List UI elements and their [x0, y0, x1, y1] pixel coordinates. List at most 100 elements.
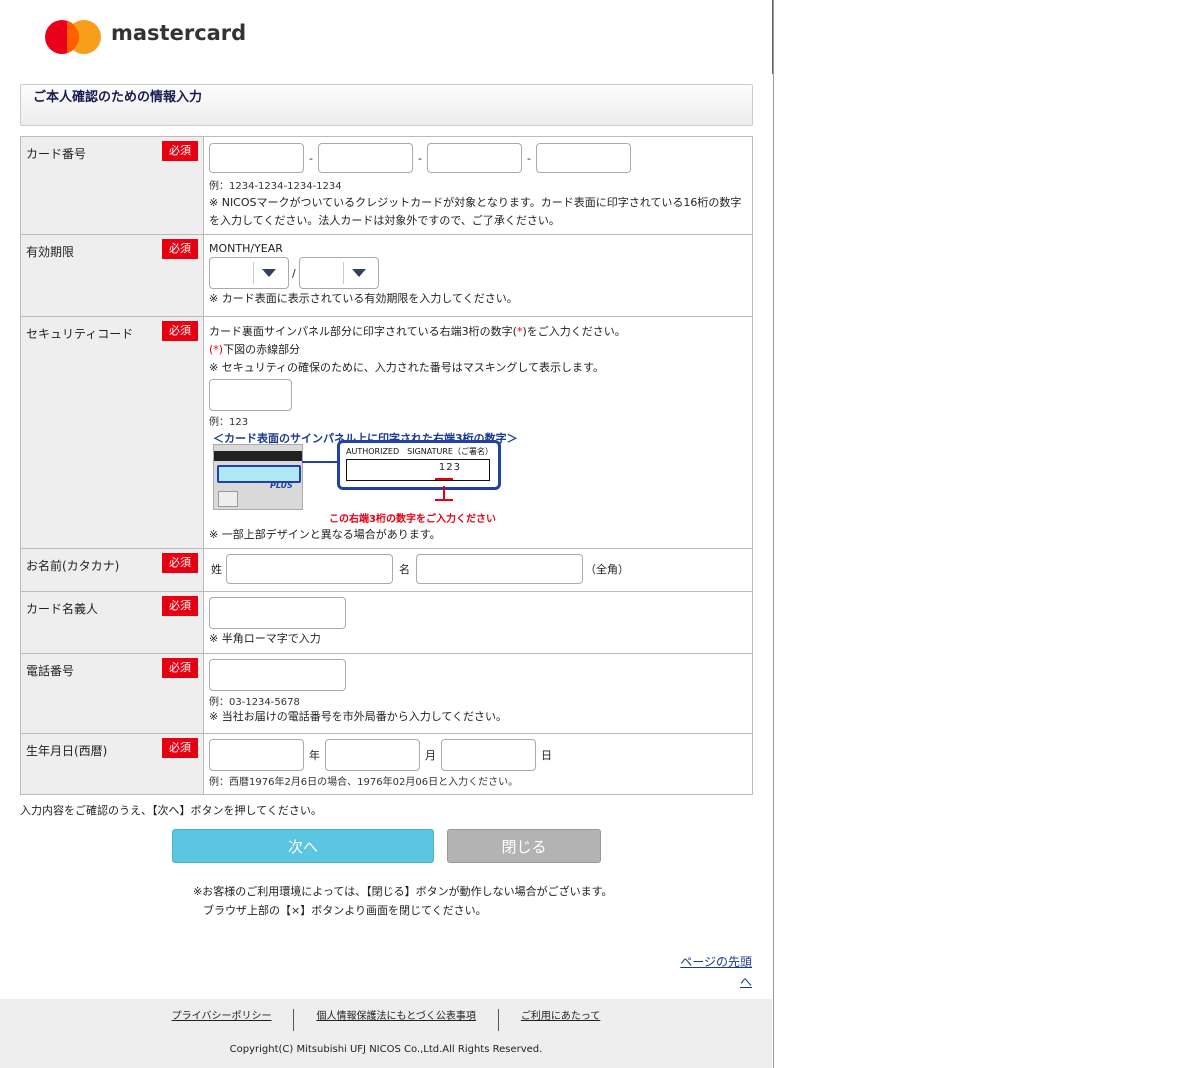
- hologram: [218, 491, 238, 507]
- birth-year-input[interactable]: [209, 739, 304, 771]
- card-number-input-3[interactable]: [426, 143, 522, 173]
- required-badge: 必須: [162, 658, 198, 678]
- card-number-row: カード番号 必須 - - - 例：1234-1234-1234-1234 ※ N…: [20, 136, 753, 235]
- required-badge: 必須: [162, 141, 198, 161]
- expiry-year-select[interactable]: [298, 257, 379, 289]
- required-badge: 必須: [162, 596, 198, 616]
- phone-row: 電話番号 必須 例：03-1234-5678 ※ 当社お届けの電話番号を市外局番…: [20, 653, 753, 734]
- expiry-label: 有効期限: [26, 245, 75, 259]
- expiry-separator: /: [292, 266, 296, 280]
- card-number-input-4[interactable]: [535, 143, 631, 173]
- expiry-format: MONTH/YEAR: [209, 242, 283, 255]
- fullwidth-note: （全角）: [585, 563, 629, 576]
- security-code-value-cell: カード裏面サインパネル部分に印字されている右端3桁の数字(*)をご入力ください。…: [203, 316, 753, 549]
- plus-logo: PLUS: [270, 481, 293, 490]
- footer-links: プライバシーポリシー 個人情報保護法にもとづく公表事項 ご利用にあたって: [0, 1007, 772, 1031]
- footer: プライバシーポリシー 個人情報保護法にもとづく公表事項 ご利用にあたって Cop…: [0, 999, 772, 1068]
- phone-value-cell: 例：03-1234-5678 ※ 当社お届けの電話番号を市外局番から入力してくだ…: [203, 653, 753, 734]
- expiry-value-cell: MONTH/YEAR / ※ カード表面に表示されている有効期限を入力してくださ…: [203, 234, 753, 317]
- card-number-note: ※ NICOSマークがついているクレジットカードが対象となります。カード表面に印…: [209, 196, 742, 227]
- card-number-input-2[interactable]: [317, 143, 413, 173]
- name-label: お名前(カタカナ): [26, 559, 120, 573]
- family-name-input[interactable]: [226, 554, 393, 584]
- name-row: お名前(カタカナ) 必須 姓 名 （全角）: [20, 548, 753, 592]
- expiry-row: 有効期限 必須 MONTH/YEAR / ※ カード表面に表示されている有効期限…: [20, 234, 753, 317]
- card-back-image: PLUS: [213, 444, 303, 510]
- security-code-row: セキュリティコード 必須 カード裏面サインパネル部分に印字されている右端3桁の数…: [20, 316, 753, 549]
- logo-wordmark: mastercard: [111, 21, 247, 45]
- birthdate-row: 生年月日(西暦) 必須 年 月 日 例：西暦1976年2月6日の場合、1976年…: [20, 733, 753, 795]
- security-code-label: セキュリティコード: [26, 327, 134, 341]
- authorized-signature-text: AUTHORIZED SIGNATURE（ご署名）: [346, 447, 493, 456]
- phone-label-cell: 電話番号 必須: [20, 653, 204, 734]
- close-notice-line2: ブラウザ上部の【×】ボタンより画面を閉じてください。: [203, 904, 487, 917]
- card-number-input-1[interactable]: [209, 143, 304, 173]
- chevron-down-icon: [351, 269, 366, 277]
- red-marker-bottom: [435, 499, 453, 501]
- title-bar: ご本人確認のための情報入力: [20, 84, 753, 126]
- phone-note: ※ 当社お届けの電話番号を市外局番から入力してください。: [209, 710, 508, 723]
- logo-overlap: [67, 20, 79, 54]
- security-code-label-cell: セキュリティコード 必須: [20, 316, 204, 549]
- security-code-masking-note: ※ セキュリティの確保のために、入力された番号はマスキングして表示します。: [209, 361, 604, 374]
- expiry-month-select[interactable]: [209, 257, 289, 289]
- card-number-label: カード番号: [26, 147, 87, 161]
- security-code-example: 例：123: [209, 417, 249, 428]
- signature-box: 123: [346, 459, 490, 481]
- next-button[interactable]: 次へ: [172, 829, 434, 863]
- birthdate-value-cell: 年 月 日 例：西暦1976年2月6日の場合、1976年02月06日と入力くださ…: [203, 733, 753, 795]
- red-instruction: この右端3桁の数字をご入力ください: [329, 514, 496, 525]
- personal-info-link[interactable]: 個人情報保護法にもとづく公表事項: [294, 1007, 497, 1031]
- year-unit: 年: [309, 749, 320, 762]
- card-number-label-cell: カード番号 必須: [20, 136, 204, 235]
- magnetic-stripe: [214, 451, 302, 461]
- expiry-note: ※ カード表面に表示されている有効期限を入力してください。: [209, 292, 518, 305]
- card-number-separator: -: [526, 151, 531, 165]
- required-badge: 必須: [162, 239, 198, 259]
- card-number-value-cell: - - - 例：1234-1234-1234-1234 ※ NICOSマークがつ…: [203, 136, 753, 235]
- expiry-label-cell: 有効期限 必須: [20, 234, 204, 317]
- card-holder-label: カード名義人: [26, 602, 99, 616]
- privacy-policy-link[interactable]: プライバシーポリシー: [150, 1007, 294, 1031]
- security-code-design-note: ※ 一部上部デザインと異なる場合があります。: [209, 528, 441, 541]
- card-holder-row: カード名義人 必須 ※ 半角ローマ字で入力: [20, 591, 753, 654]
- card-holder-label-cell: カード名義人 必須: [20, 591, 204, 654]
- copyright: Copyright(C) Mitsubishi UFJ NICOS Co.,Lt…: [229, 1044, 543, 1055]
- signature-zoom: AUTHORIZED SIGNATURE（ご署名） 123: [337, 440, 501, 490]
- page-top-link[interactable]: ページの先頭へ: [680, 952, 752, 992]
- phone-example: 例：03-1234-5678: [209, 697, 300, 708]
- security-code-input[interactable]: [209, 379, 292, 411]
- red-marker-line: [443, 486, 445, 500]
- required-badge: 必須: [162, 321, 198, 341]
- card-number-separator: -: [417, 151, 422, 165]
- card-holder-note: ※ 半角ローマ字で入力: [209, 632, 321, 645]
- birthdate-label: 生年月日(西暦): [26, 744, 108, 758]
- close-notice-line1: ※お客様のご利用環境によっては、【閉じる】ボタンが動作しない場合がございます。: [193, 885, 613, 898]
- red-marker-top: [435, 478, 453, 480]
- terms-of-use-link[interactable]: ご利用にあたって: [499, 1007, 623, 1031]
- zoom-connector: [302, 461, 337, 463]
- given-name-label: 名: [399, 563, 410, 576]
- name-label-cell: お名前(カタカナ) 必須: [20, 548, 204, 592]
- required-badge: 必須: [162, 553, 198, 573]
- input-form: カード番号 必須 - - - 例：1234-1234-1234-1234 ※ N…: [20, 136, 753, 795]
- card-number-separator: -: [309, 151, 313, 165]
- birth-day-input[interactable]: [441, 739, 536, 771]
- card-number-example: 例：1234-1234-1234-1234: [209, 181, 342, 192]
- day-unit: 日: [541, 749, 552, 762]
- phone-input[interactable]: [209, 659, 346, 691]
- page-title: ご本人確認のための情報入力: [33, 90, 203, 105]
- confirm-instruction: 入力内容をご確認のうえ、【次へ】ボタンを押してください。: [20, 804, 322, 817]
- card-holder-value-cell: ※ 半角ローマ字で入力: [203, 591, 753, 654]
- card-back-illustration: ＜カード表面のサインパネル上に印字された右端3桁の数字＞ PLUS AUTHOR…: [209, 430, 518, 526]
- phone-label: 電話番号: [26, 664, 75, 678]
- close-button[interactable]: 閉じる: [447, 829, 601, 863]
- window-edge: [772, 0, 773, 74]
- birth-month-input[interactable]: [325, 739, 420, 771]
- family-name-label: 姓: [211, 563, 222, 576]
- card-holder-input[interactable]: [209, 597, 346, 629]
- select-divider: [342, 262, 344, 284]
- security-digits: 123: [438, 462, 461, 473]
- security-code-instruction: カード裏面サインパネル部分に印字されている右端3桁の数字(*)をご入力ください。: [209, 325, 626, 338]
- given-name-input[interactable]: [416, 554, 583, 584]
